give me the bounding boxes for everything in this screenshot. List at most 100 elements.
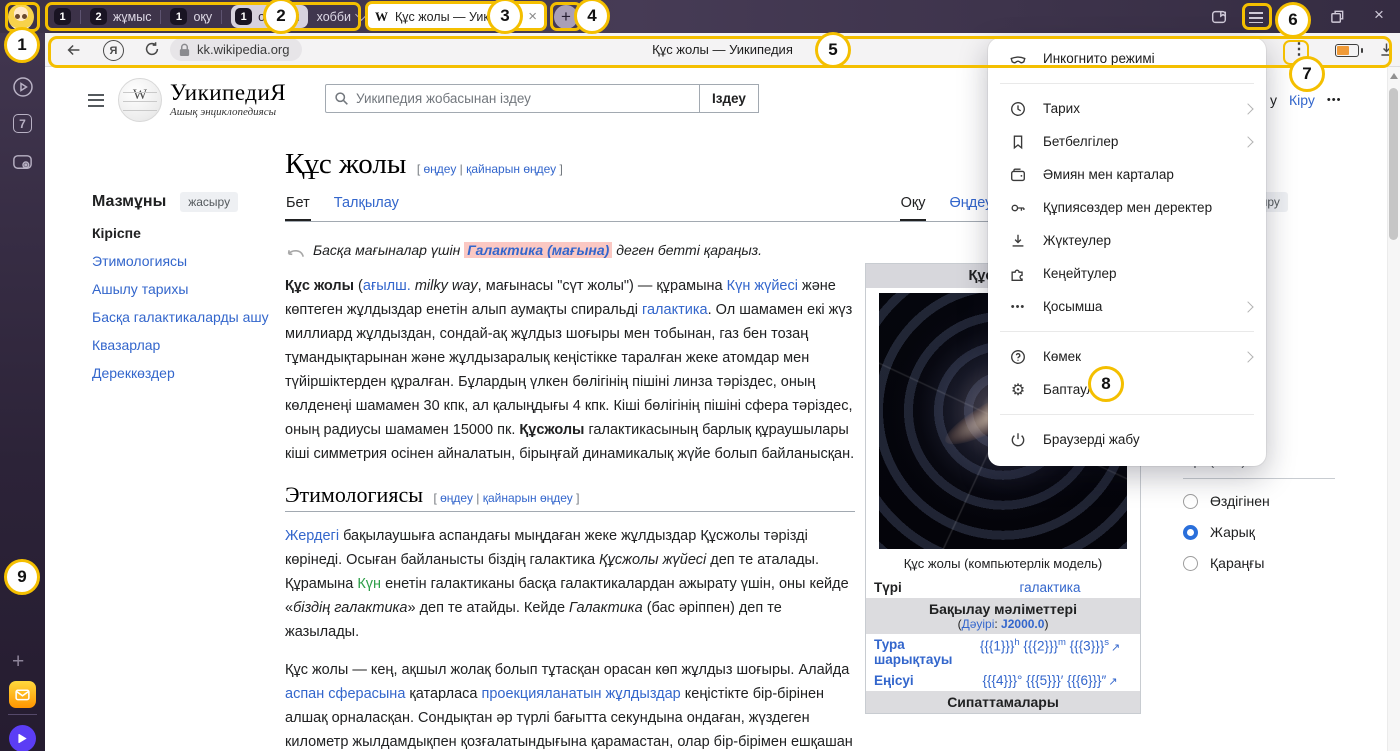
infobox-row-type: Түрі галактика <box>866 577 1140 598</box>
menu-divider <box>1000 331 1254 332</box>
paragraph-etymology-2: Құс жолы — кең, ақшыл жолақ болып тұтасқ… <box>285 658 855 751</box>
annotation-1: 1 <box>4 27 40 63</box>
search-input[interactable]: Уикипедия жобасынан іздеу <box>325 84 700 113</box>
menu-item-help[interactable]: Көмек <box>988 340 1266 373</box>
menu-item-more[interactable]: ••• Қосымша <box>988 290 1266 323</box>
menu-item-label: Бетбелгілер <box>1043 134 1229 149</box>
menu-item-label: Әмиян мен карталар <box>1043 167 1252 182</box>
menu-item-wallet[interactable]: Әмиян мен карталар <box>988 158 1266 191</box>
paragraph-intro: Құс жолы (ағылш. milky way, мағынасы "сү… <box>285 274 855 466</box>
annotation-8: 8 <box>1088 366 1124 402</box>
infobox-row-ra: Тура шарықтауы {{{1}}}h {{{2}}}m {{{3}}}… <box>866 634 1140 670</box>
gear-icon: ⚙ <box>1008 380 1028 400</box>
section-heading-etymology: Этимологиясы <box>285 482 423 507</box>
edit-links[interactable]: [ өңдеу | қайнарын өңдеу ] <box>433 491 579 505</box>
wikipedia-wordmark[interactable]: УикипедиЯ Ашық энциклопедиясы <box>170 80 286 118</box>
radio-icon <box>1183 556 1198 571</box>
menu-item-downloads[interactable]: Жүктеулер <box>988 224 1266 257</box>
mail-icon[interactable] <box>9 681 36 708</box>
menu-item-label: Көмек <box>1043 349 1229 364</box>
ra-label-link[interactable]: Тура шарықтауы <box>874 637 962 667</box>
dec-value[interactable]: {{{4}}}° {{{5}}}′ {{{6}}}″↗ <box>968 673 1132 688</box>
search-button[interactable]: Іздеу <box>700 84 759 113</box>
alice-icon[interactable] <box>9 725 36 751</box>
annotation-box-toolbar <box>48 36 1392 68</box>
ra-value[interactable]: {{{1}}}h {{{2}}}m {{{3}}}s↗ <box>968 637 1132 667</box>
wiki-search: Уикипедия жобасынан іздеу Іздеу <box>325 84 759 113</box>
radio-icon <box>1183 494 1198 509</box>
tab-edit[interactable]: Өңдеу <box>948 195 993 221</box>
toc-title: Мазмұны <box>92 193 166 211</box>
toc-item-intro[interactable]: Кіріспе <box>92 224 277 243</box>
annotation-7: 7 <box>1289 56 1325 92</box>
paragraph-etymology-1: Жердегі бақылаушыға аспандағы мыңдаған ж… <box>285 524 855 644</box>
submenu-chevron-icon <box>1242 136 1253 147</box>
menu-item-bookmarks[interactable]: Бетбелгілер <box>988 125 1266 158</box>
wiki-user-links: у Кіру ••• <box>1270 92 1341 108</box>
wiki-hamburger-icon[interactable] <box>88 90 104 110</box>
tab-page[interactable]: Бет <box>285 195 311 221</box>
hatnote: Басқа мағыналар үшін Галактика (мағына) … <box>285 242 855 260</box>
divider <box>1183 478 1335 479</box>
galaxy-link[interactable]: галактика <box>1019 580 1080 595</box>
menu-item-passwords[interactable]: Құпиясөздер мен деректер <box>988 191 1266 224</box>
toc-item-etymology[interactable]: Этимологиясы <box>92 252 277 271</box>
tab-talk[interactable]: Талқылау <box>333 195 400 221</box>
radio-dark[interactable]: Қараңғы <box>1183 555 1335 571</box>
radio-automatic[interactable]: Өздігінен <box>1183 493 1335 509</box>
power-icon <box>1008 431 1028 449</box>
tab-counter-icon[interactable]: 7 <box>13 114 32 133</box>
row-label: Түрі <box>874 580 962 595</box>
sidebar-add-icon[interactable]: + <box>12 650 24 674</box>
search-placeholder: Уикипедия жобасынан іздеу <box>356 91 531 106</box>
radio-light[interactable]: Жарық <box>1183 524 1335 540</box>
toc-item-references[interactable]: Дереккөздер <box>92 364 277 383</box>
toc-item-quasars[interactable]: Квазарлар <box>92 336 277 355</box>
toc-hide-button[interactable]: жасыру <box>180 192 238 212</box>
menu-item-extensions[interactable]: Кеңейтулер <box>988 257 1266 290</box>
submenu-chevron-icon <box>1242 103 1253 114</box>
scrollbar-thumb[interactable] <box>1389 88 1398 240</box>
tab-read[interactable]: Оқу <box>900 195 927 221</box>
submenu-chevron-icon <box>1242 351 1253 362</box>
menu-item-label: Құпиясөздер мен деректер <box>1043 200 1252 215</box>
clock-icon <box>1008 100 1028 118</box>
signup-link-partial[interactable]: у <box>1270 92 1277 108</box>
wallet-icon <box>1008 166 1028 184</box>
scroll-up-arrow[interactable] <box>1390 73 1398 79</box>
login-link[interactable]: Кіру <box>1289 92 1315 108</box>
screenshot-icon[interactable] <box>11 151 34 174</box>
appearance-color-section: Түс (beta) Өздігінен Жарық Қараңғы <box>1183 452 1335 571</box>
page-title: Құс жолы <box>285 148 406 180</box>
radio-icon-selected <box>1183 525 1198 540</box>
menu-item-label: Қосымша <box>1043 299 1229 314</box>
play-circle-icon[interactable] <box>12 76 34 98</box>
download-icon <box>1008 232 1028 250</box>
toc-item-other-galaxies[interactable]: Басқа галактикаларды ашу <box>92 308 277 327</box>
wikipedia-globe-logo[interactable] <box>118 78 162 122</box>
help-icon <box>1008 348 1028 366</box>
side-panel-icon[interactable] <box>1210 8 1228 26</box>
bookmark-icon <box>1008 133 1028 151</box>
browser-window: 1 2 жұмыс 1 оқу 1 отбасы хобби W Құ <box>0 0 1400 751</box>
infobox-row-dec: Еңісуі {{{4}}}° {{{5}}}′ {{{6}}}″↗ <box>866 670 1140 691</box>
menu-item-settings[interactable]: ⚙ Баптаулар <box>988 373 1266 406</box>
key-icon <box>1008 199 1028 217</box>
epoch-text: (Дәуірі: J2000.0) <box>868 617 1138 631</box>
toc-item-discovery[interactable]: Ашылу тарихы <box>92 280 277 299</box>
radio-label: Өздігінен <box>1210 493 1270 509</box>
dec-label-link[interactable]: Еңісуі <box>874 673 962 688</box>
edit-links[interactable]: [ өңдеу | қайнарын өңдеу ] <box>417 162 563 176</box>
menu-item-history[interactable]: Тарих <box>988 92 1266 125</box>
radio-label: Жарық <box>1210 524 1255 540</box>
close-window-icon[interactable]: × <box>1374 5 1384 25</box>
user-more-icon[interactable]: ••• <box>1327 94 1342 106</box>
restore-window-icon[interactable] <box>1330 9 1345 24</box>
menu-item-close-browser[interactable]: Браузерді жабу <box>988 423 1266 456</box>
annotation-5: 5 <box>815 32 851 68</box>
browser-menu: Инкогнито режимі Тарих Бетбелгілер <box>988 38 1266 466</box>
obs-header-text: Бақылау мәліметтері <box>868 601 1138 617</box>
divider <box>8 714 37 715</box>
logo-tagline: Ашық энциклопедиясы <box>170 106 286 118</box>
menu-item-label: Кеңейтулер <box>1043 266 1252 281</box>
